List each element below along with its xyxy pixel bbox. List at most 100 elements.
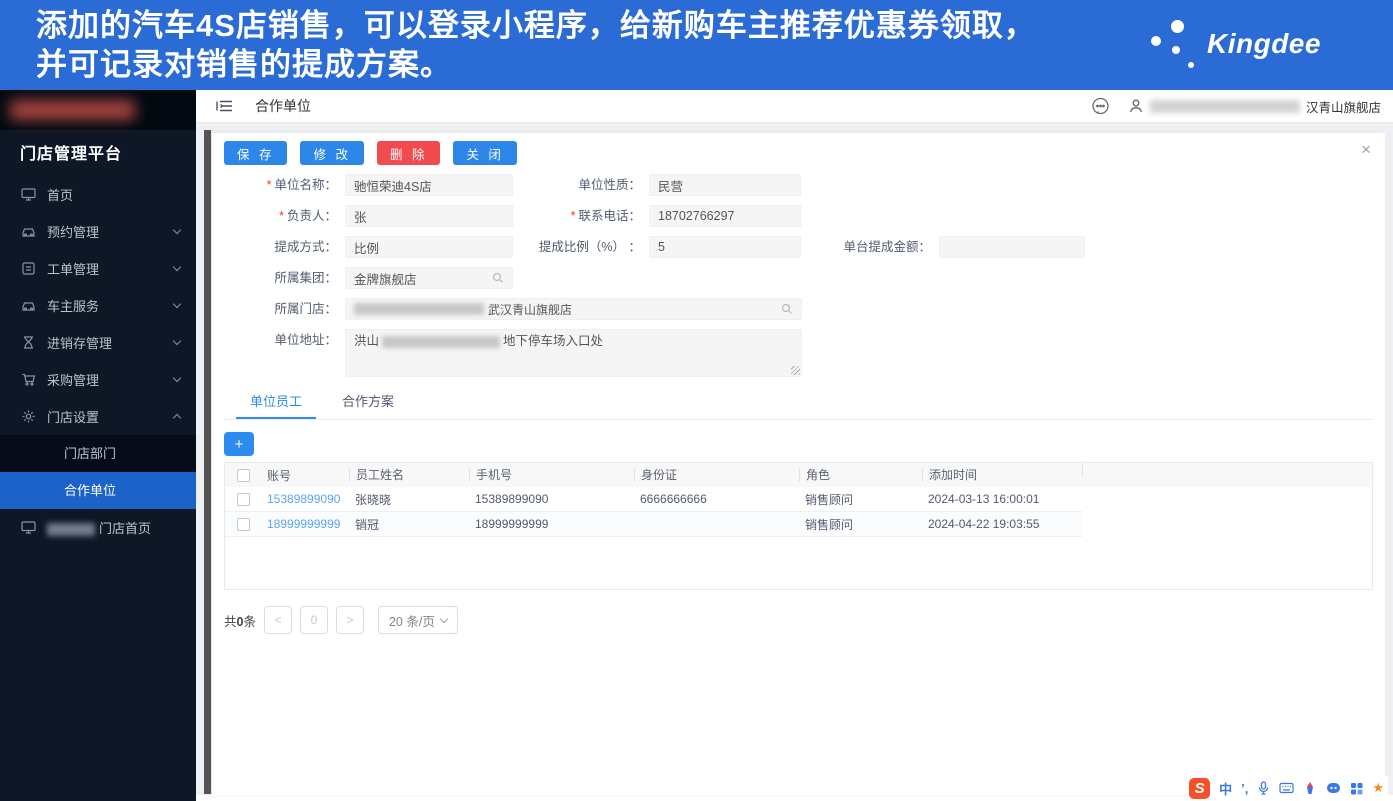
tab-cooperation-plan[interactable]: 合作方案 <box>328 389 408 419</box>
delete-button[interactable]: 删 除 <box>376 141 441 165</box>
commission-mode-input[interactable] <box>354 240 504 254</box>
contact-phone-input[interactable] <box>658 209 792 223</box>
top-banner: 添加的汽车4S店销售，可以登录小程序，给新购车主推荐优惠券领取， 并可记录对销售… <box>0 0 1393 90</box>
col-name: 员工姓名 <box>349 468 469 482</box>
main-area: 合作单位 汉青山旗舰店 × 保 存 修 改 删 除 关 闭 单位名称 <box>196 90 1393 801</box>
collapse-menu-icon[interactable] <box>216 99 233 113</box>
unit-name-input[interactable] <box>354 178 504 192</box>
sidebar-submenu: 门店部门 合作单位 <box>0 435 196 509</box>
account-link[interactable]: 18999999999 <box>261 517 349 531</box>
search-icon[interactable] <box>781 303 793 315</box>
ime-toolbar: S 中 ’, ★ <box>1185 776 1388 800</box>
close-button[interactable]: 关 闭 <box>453 141 517 165</box>
group-input[interactable] <box>354 271 488 285</box>
chevron-down-icon <box>439 614 449 623</box>
resize-handle[interactable] <box>791 366 800 375</box>
row-checkbox[interactable] <box>236 517 250 531</box>
kingdee-logo: Kingdee <box>1141 14 1351 76</box>
unit-name-field <box>345 174 513 196</box>
form-row: 单位名称： 单位性质： <box>224 174 1373 196</box>
header-right: 汉青山旗舰店 <box>1091 97 1381 116</box>
skin-brush-icon[interactable] <box>1303 781 1317 795</box>
table-row: 15389899090 张晓晓 15389899090 6666666666 销… <box>225 487 1082 512</box>
chevron-down-icon <box>172 373 182 383</box>
toolbox-grid-icon[interactable] <box>1350 782 1363 795</box>
sidebar-subitem-partner-unit[interactable]: 合作单位 <box>0 472 196 509</box>
chevron-up-icon <box>172 413 182 423</box>
inventory-icon <box>20 335 36 351</box>
col-filler <box>1082 463 1372 477</box>
tab-unit-employees[interactable]: 单位员工 <box>236 389 317 419</box>
sidebar-item-label: 预约管理 <box>47 225 100 240</box>
page-size-select[interactable]: 20 条/页 <box>377 606 458 634</box>
badge-star-icon[interactable]: ★ <box>1372 780 1384 796</box>
sidebar-item-owner-service[interactable]: 车主服务 <box>0 287 196 324</box>
microphone-icon[interactable] <box>1257 781 1270 795</box>
form-row: 提成方式： 提成比例（%） ： 单台提成金额： <box>224 236 1373 258</box>
address-textarea[interactable]: 洪山 地下停车场入口处 <box>345 329 802 377</box>
search-icon[interactable] <box>492 272 504 284</box>
employee-added-time: 2024-03-13 16:00:01 <box>928 492 1040 506</box>
sidebar-subitem-store-department[interactable]: 门店部门 <box>0 435 196 472</box>
chevron-down-icon <box>172 336 182 346</box>
keyboard-icon[interactable] <box>1279 782 1294 794</box>
commission-ratio-input[interactable] <box>658 240 792 254</box>
person-icon <box>1128 98 1144 114</box>
unit-nature-input[interactable] <box>658 178 792 192</box>
pagination-total: 共0条 <box>224 614 256 629</box>
row-checkbox[interactable] <box>236 492 250 506</box>
car-icon <box>20 298 36 314</box>
principal-input[interactable] <box>354 209 504 223</box>
close-icon[interactable]: × <box>1361 141 1371 158</box>
account-link[interactable]: 15389899090 <box>261 492 349 506</box>
contact-phone-label: 联系电话： <box>513 205 649 227</box>
commission-mode-label: 提成方式： <box>274 240 337 254</box>
banner-line-1: 添加的汽车4S店销售，可以登录小程序，给新购车主推荐优惠券领取， <box>36 8 1036 43</box>
prev-page-button[interactable]: < <box>263 606 292 634</box>
sidebar-item-store-homepage[interactable]: 门店首页 <box>0 509 196 546</box>
pagination: 共0条 < 0 > 20 条/页 <box>224 606 1373 634</box>
sidebar-item-store-settings[interactable]: 门店设置 <box>0 398 196 435</box>
sidebar-item-label: 门店设置 <box>47 410 100 425</box>
employee-idcard: 6666666666 <box>640 492 707 506</box>
emoji-chat-icon[interactable] <box>1326 782 1341 794</box>
select-all-checkbox[interactable] <box>236 468 250 482</box>
employee-name: 张晓晓 <box>355 492 392 507</box>
sogou-logo-icon[interactable]: S <box>1189 777 1211 799</box>
per-unit-amount-field <box>939 236 1085 258</box>
punctuation-icon[interactable]: ’, <box>1241 781 1248 796</box>
sidebar-item-inventory[interactable]: 进销存管理 <box>0 324 196 361</box>
sidebar-item-purchase[interactable]: 采购管理 <box>0 361 196 398</box>
monitor-icon <box>20 187 36 203</box>
unit-nature-field <box>649 174 801 196</box>
chevron-down-icon <box>172 225 182 235</box>
current-page-button[interactable]: 0 <box>299 606 328 634</box>
add-employee-button[interactable]: + <box>224 432 254 456</box>
modify-button[interactable]: 修 改 <box>300 141 364 165</box>
next-page-button[interactable]: > <box>335 606 364 634</box>
employee-role: 销售顾问 <box>805 492 854 507</box>
save-button[interactable]: 保 存 <box>224 141 288 165</box>
store-field[interactable]: 武汉青山旗舰店 <box>345 298 802 320</box>
sidebar-item-workorder[interactable]: 工单管理 <box>0 250 196 287</box>
per-unit-amount-input[interactable] <box>948 240 1076 254</box>
contact-phone-field <box>649 205 801 227</box>
row-checkbox-cell <box>225 492 261 506</box>
sidebar-item-reservation[interactable]: 预约管理 <box>0 213 196 250</box>
address-suffix: 地下停车场入口处 <box>503 334 604 348</box>
redacted-logo <box>10 100 135 120</box>
sidebar-item-home[interactable]: 首页 <box>0 176 196 213</box>
employee-table: 账号 员工姓名 手机号 身份证 角色 添加时间 15389899090 张晓晓 … <box>224 462 1373 590</box>
user-account[interactable]: 汉青山旗舰店 <box>1128 97 1381 116</box>
employee-phone: 15389899090 <box>475 492 549 506</box>
vertical-scrollbar[interactable] <box>204 130 211 794</box>
select-all-cell <box>225 468 261 482</box>
redacted-text <box>47 523 95 537</box>
sidebar-item-label: 工单管理 <box>47 262 100 277</box>
address-prefix: 洪山 <box>354 334 380 348</box>
car-icon <box>20 224 36 240</box>
store-value: 武汉青山旗舰店 <box>488 302 573 317</box>
message-icon[interactable] <box>1091 97 1110 116</box>
employee-added-time: 2024-04-22 19:03:55 <box>928 517 1040 531</box>
chinese-mode-icon[interactable]: 中 <box>1219 779 1232 798</box>
